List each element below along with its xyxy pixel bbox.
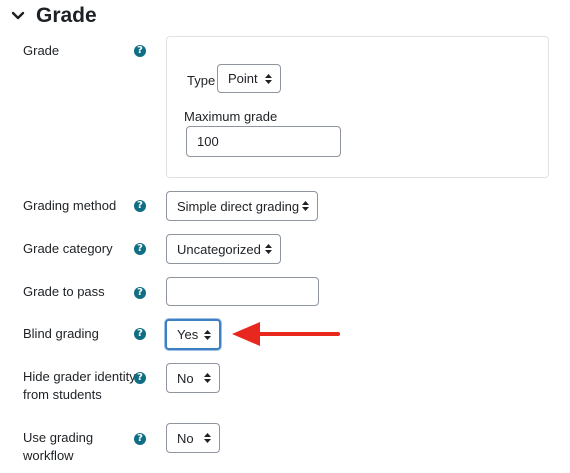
hide-grader-label-line2: from students (23, 387, 102, 402)
grade-to-pass-input[interactable] (166, 277, 319, 306)
select-caret-icon (265, 73, 272, 84)
select-caret-icon (204, 433, 211, 443)
section-title: Grade (36, 4, 97, 27)
grade-label: Grade (23, 43, 60, 58)
blind-grading-label: Blind grading (23, 326, 99, 341)
grading-workflow-label-line1: Use grading (23, 430, 94, 445)
grading-method-select[interactable]: Simple direct grading (166, 191, 318, 221)
help-icon[interactable]: ? (134, 45, 146, 57)
grading-workflow-value: No (177, 430, 194, 446)
grade-type-value: Point (228, 71, 258, 86)
help-icon[interactable]: ? (134, 372, 146, 384)
select-caret-icon (204, 329, 211, 340)
max-grade-label: Maximum grade (184, 109, 278, 124)
grade-fieldset: Type Point Maximum grade 100 (166, 36, 549, 178)
section-header-grade[interactable]: Grade (10, 4, 97, 28)
blind-grading-value: Yes (177, 327, 199, 342)
grading-method-label: Grading method (23, 198, 117, 213)
grade-category-select[interactable]: Uncategorized (166, 234, 281, 264)
help-icon[interactable]: ? (134, 328, 146, 340)
grade-type-select[interactable]: Point (217, 64, 281, 93)
max-grade-input[interactable]: 100 (186, 126, 341, 157)
hide-grader-select[interactable]: No (166, 363, 220, 393)
hide-grader-value: No (177, 370, 194, 386)
hide-grader-label-line1: Hide grader identity (23, 369, 136, 384)
type-label: Type (187, 73, 216, 88)
grading-method-value: Simple direct grading (177, 198, 300, 214)
grading-workflow-select[interactable]: No (166, 423, 220, 453)
grade-to-pass-label: Grade to pass (23, 284, 105, 299)
blind-grading-select[interactable]: Yes (165, 319, 221, 350)
grade-category-label: Grade category (23, 241, 113, 256)
help-icon[interactable]: ? (134, 287, 146, 299)
grading-workflow-label-line2: workflow (23, 448, 74, 463)
select-caret-icon (204, 373, 211, 383)
help-icon[interactable]: ? (134, 243, 146, 255)
chevron-down-icon[interactable] (10, 8, 26, 24)
red-arrow-annotation (232, 322, 340, 346)
help-icon[interactable]: ? (134, 433, 146, 445)
max-grade-value: 100 (197, 134, 219, 149)
select-caret-icon (265, 244, 272, 254)
select-caret-icon (302, 201, 309, 211)
grade-category-value: Uncategorized (177, 241, 261, 257)
help-icon[interactable]: ? (134, 200, 146, 212)
